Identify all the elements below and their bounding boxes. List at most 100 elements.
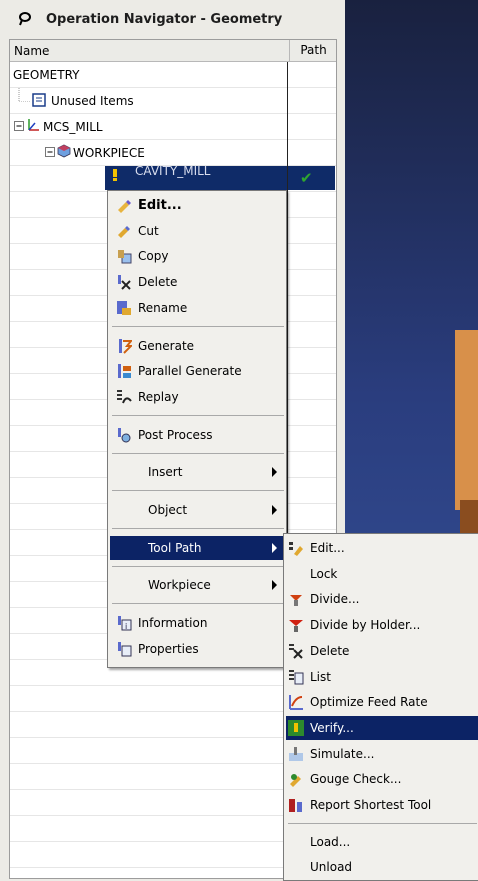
- divide-icon: [290, 595, 302, 606]
- submenu-item-label: Optimize Feed Rate: [310, 695, 428, 709]
- submenu-item-label: Unload: [310, 860, 353, 874]
- submenu-arrow-icon: [272, 580, 277, 590]
- menu-separator: [112, 415, 284, 416]
- menu-item-edit[interactable]: Edit...: [110, 193, 284, 217]
- menu-item-label: Object: [148, 503, 188, 517]
- tree-header: Name Path: [10, 40, 336, 62]
- menu-separator: [112, 453, 284, 454]
- submenu-arrow-icon: [272, 505, 277, 515]
- menu-item-label: Replay: [138, 390, 179, 404]
- panel-title: Operation Navigator - Geometry: [46, 11, 283, 27]
- edit-icon: [289, 542, 303, 556]
- submenu-item-load[interactable]: Load...: [286, 830, 478, 854]
- submenu-item-list[interactable]: List: [286, 665, 478, 689]
- menu-item-label: Parallel Generate: [138, 364, 242, 378]
- menu-separator: [112, 603, 284, 604]
- copy-icon: [118, 250, 132, 264]
- menu-item-insert[interactable]: Insert: [110, 460, 284, 484]
- menu-item-replay[interactable]: Replay: [110, 385, 284, 409]
- menu-item-post-process[interactable]: Post Process: [110, 423, 284, 447]
- menu-item-label: Tool Path: [148, 541, 202, 555]
- delete-icon: [289, 644, 303, 659]
- submenu-item-delete[interactable]: Delete: [286, 639, 478, 663]
- report-icon: [289, 799, 302, 812]
- navigator-icon: [19, 12, 31, 26]
- menu-item-label: Properties: [138, 642, 199, 656]
- column-path-header[interactable]: Path: [289, 40, 336, 61]
- submenu-item-simulate[interactable]: Simulate...: [286, 742, 478, 766]
- menu-item-label: Cut: [138, 224, 159, 238]
- cut-icon: [118, 226, 130, 238]
- unused-items-icon: [32, 93, 46, 107]
- submenu-item-label: Divide by Holder...: [310, 618, 421, 632]
- workpiece-icon: [57, 144, 71, 158]
- menu-item-cut[interactable]: Cut: [110, 219, 284, 243]
- menu-item-parallel-generate[interactable]: Parallel Generate: [110, 359, 284, 383]
- menu-item-properties[interactable]: Properties: [110, 637, 284, 661]
- submenu-item-label: Lock: [310, 567, 338, 581]
- menu-item-label: Post Process: [138, 428, 213, 442]
- menu-item-generate[interactable]: Generate: [110, 334, 284, 358]
- tree-item-label: WORKPIECE: [73, 146, 145, 160]
- submenu-item-label: Edit...: [310, 541, 345, 555]
- menu-item-information[interactable]: i Information: [110, 611, 284, 635]
- mcs-icon: [28, 119, 39, 131]
- gouge-check-icon: [290, 774, 301, 787]
- divide-holder-icon: [289, 620, 303, 632]
- submenu-item-label: Delete: [310, 644, 350, 658]
- menu-item-label: Workpiece: [148, 578, 211, 592]
- post-process-icon: [118, 428, 131, 443]
- delete-icon: [118, 275, 131, 290]
- parallel-generate-icon: [118, 364, 131, 378]
- panel-titlebar: Operation Navigator - Geometry: [0, 0, 345, 38]
- optimize-icon: [289, 695, 303, 710]
- edit-icon: [118, 200, 131, 213]
- context-menu: Edit... Cut Copy Delete Rename Generate …: [107, 190, 287, 668]
- submenu-item-edit[interactable]: Edit...: [286, 536, 478, 560]
- menu-item-object[interactable]: Object: [110, 498, 284, 522]
- list-icon: [289, 670, 304, 685]
- menu-item-label: Rename: [138, 301, 188, 315]
- submenu-arrow-icon: [272, 543, 277, 553]
- menu-item-label: Copy: [138, 249, 169, 263]
- menu-item-label: Insert: [148, 465, 183, 479]
- path-status-check-icon: ✔: [300, 169, 313, 187]
- submenu-item-unload[interactable]: Unload: [286, 855, 478, 879]
- menu-separator: [112, 326, 284, 327]
- submenu-arrow-icon: [272, 467, 277, 477]
- collapse-icon: [45, 147, 55, 157]
- menu-item-copy[interactable]: Copy: [110, 244, 284, 268]
- tool-path-submenu: Edit... Lock Divide... Divide by Holder.…: [283, 533, 478, 881]
- submenu-item-verify[interactable]: Verify...: [286, 716, 478, 740]
- column-name-header[interactable]: Name: [14, 44, 49, 58]
- submenu-item-gouge-check[interactable]: Gouge Check...: [286, 767, 478, 791]
- tree-root-label: GEOMETRY: [13, 68, 80, 82]
- tree-item-label: MCS_MILL: [43, 120, 103, 134]
- information-icon: i: [118, 616, 132, 631]
- warning-icon: [113, 169, 117, 181]
- menu-item-delete[interactable]: Delete: [110, 270, 284, 294]
- submenu-item-label: Gouge Check...: [310, 772, 402, 786]
- menu-separator: [288, 823, 477, 824]
- submenu-item-optimize-feed-rate[interactable]: Optimize Feed Rate: [286, 690, 478, 714]
- submenu-item-label: Verify...: [310, 721, 354, 735]
- menu-separator: [112, 566, 284, 567]
- menu-item-workpiece[interactable]: Workpiece: [110, 573, 284, 597]
- svg-text:i: i: [125, 622, 127, 631]
- submenu-item-label: Simulate...: [310, 747, 375, 761]
- submenu-item-divide-by-holder[interactable]: Divide by Holder...: [286, 613, 478, 637]
- submenu-item-divide[interactable]: Divide...: [286, 587, 478, 611]
- menu-item-label: Generate: [138, 339, 195, 353]
- generate-icon: [119, 339, 132, 354]
- tree-item-label: Unused Items: [51, 94, 134, 108]
- menu-item-rename[interactable]: Rename: [110, 296, 284, 320]
- tree-item-label: CAVITY_MILL: [135, 164, 211, 178]
- submenu-item-report-shortest-tool[interactable]: Report Shortest Tool: [286, 793, 478, 817]
- menu-item-label: Information: [138, 616, 208, 630]
- submenu-item-label: Load...: [310, 835, 351, 849]
- submenu-item-lock[interactable]: Lock: [286, 562, 478, 586]
- rename-icon: [117, 301, 131, 315]
- workpiece-model: [455, 330, 478, 510]
- menu-item-tool-path[interactable]: Tool Path: [110, 536, 284, 560]
- properties-icon: [118, 642, 132, 657]
